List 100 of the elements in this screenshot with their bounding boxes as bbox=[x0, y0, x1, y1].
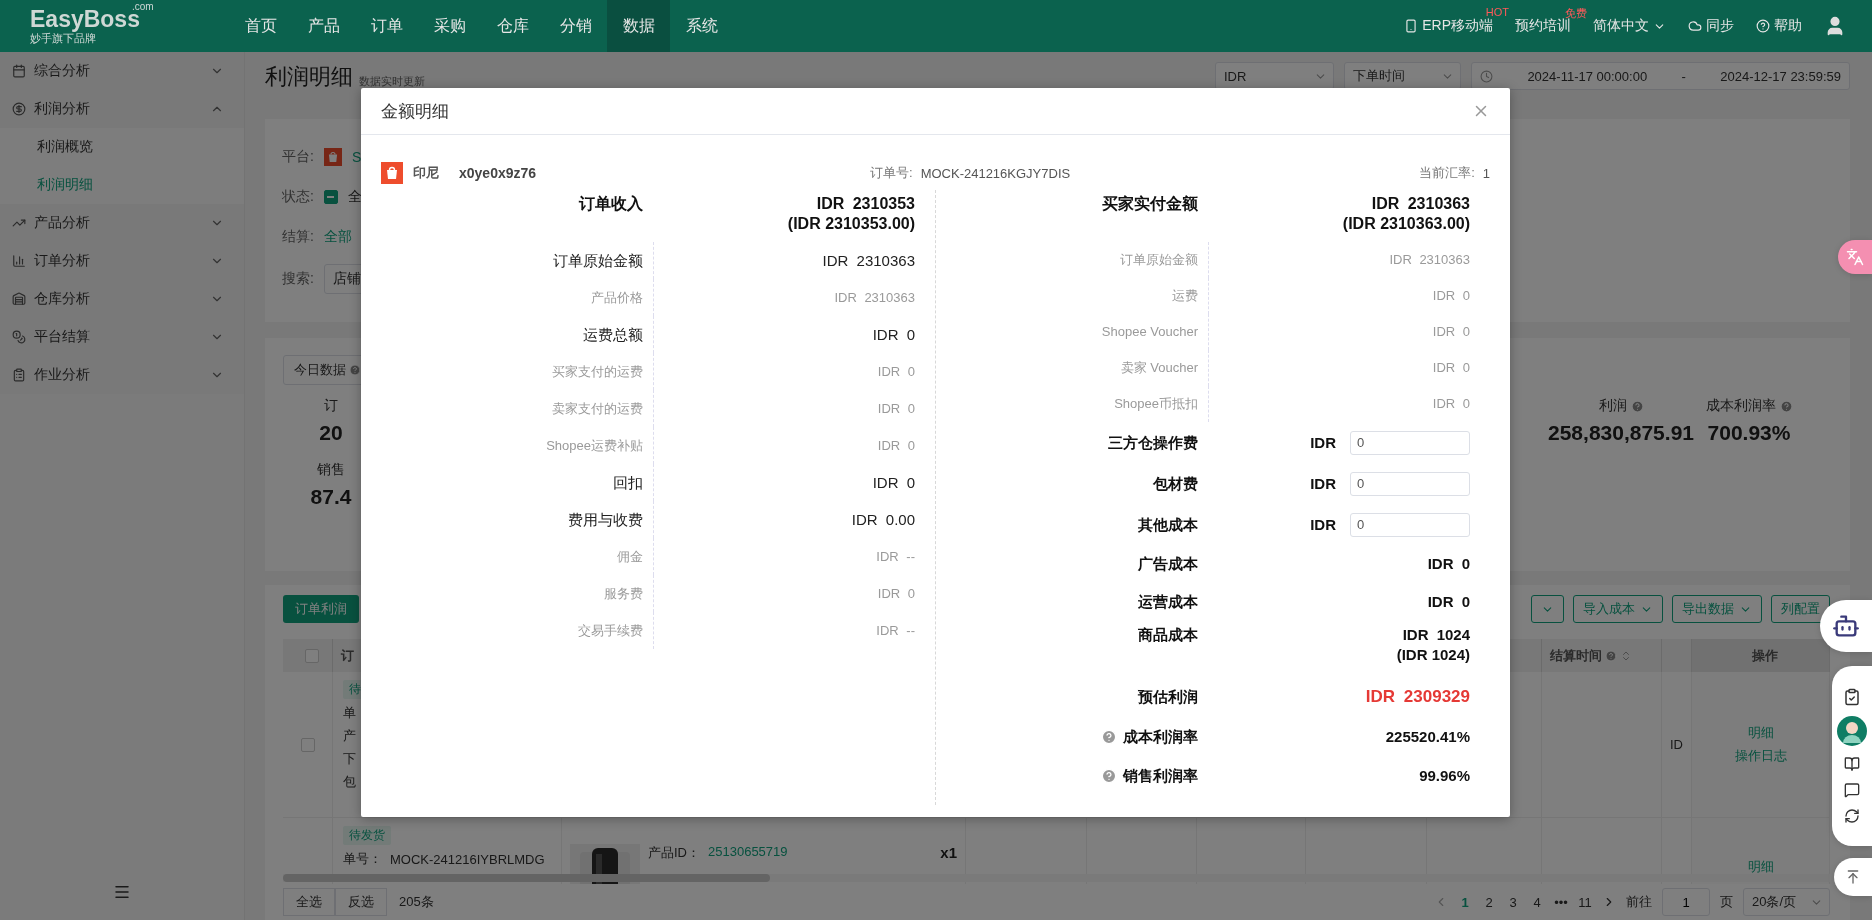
assistant-button[interactable] bbox=[1820, 600, 1872, 652]
amount-value: IDR 1024 bbox=[1402, 625, 1470, 645]
nav-menu-item[interactable]: 首页 bbox=[229, 0, 292, 52]
dropdown-button[interactable] bbox=[1531, 595, 1564, 623]
order-info-text: 产 bbox=[343, 727, 356, 745]
time-type-select[interactable]: 下单时间 bbox=[1344, 62, 1461, 90]
stat-label: 成本利润率 bbox=[1705, 397, 1776, 415]
amount-label: 产品价格 bbox=[591, 288, 643, 307]
date-end: 2024-12-17 23:59:59 bbox=[1720, 68, 1841, 84]
select-all-button[interactable]: 全选 bbox=[283, 888, 335, 916]
cut-text: ID bbox=[1670, 737, 1683, 752]
amount-value: IDR 0 bbox=[877, 436, 915, 455]
refresh-icon[interactable] bbox=[1844, 808, 1860, 824]
help-icon bbox=[1779, 399, 1793, 413]
status-checkbox[interactable] bbox=[323, 190, 338, 204]
page-title: 利润明细 bbox=[265, 63, 353, 91]
dropdown-button[interactable]: 导出数据 bbox=[1672, 595, 1762, 623]
nav-tool-link[interactable]: 同步 bbox=[1688, 17, 1734, 35]
amount-note: (IDR 2310353.00) bbox=[787, 214, 915, 234]
nav-tool-link[interactable]: 预约培训 bbox=[1515, 17, 1571, 35]
nav-tool-link[interactable]: 帮助 bbox=[1756, 17, 1802, 35]
region-label: 印尼 bbox=[413, 164, 439, 182]
amount-label: 包材费 bbox=[1153, 473, 1198, 494]
product-id-link[interactable]: 25130655719 bbox=[708, 844, 788, 859]
order-profit-button[interactable]: 订单利润 bbox=[283, 595, 359, 623]
help-icon bbox=[1605, 649, 1617, 662]
cost-input[interactable]: 0 bbox=[1350, 430, 1470, 455]
cost-input[interactable]: 0 bbox=[1350, 512, 1470, 537]
page-number[interactable]: 3 bbox=[1506, 894, 1520, 910]
header-cell: 结算时间 bbox=[1542, 639, 1662, 672]
amount-value: 99.96% bbox=[1419, 765, 1470, 786]
nav-tool-link[interactable]: 简体中文 bbox=[1593, 17, 1666, 35]
checklist-icon[interactable] bbox=[1843, 688, 1861, 706]
order-number: MOCK-241216IYBRLMDG bbox=[390, 851, 545, 867]
logo-domain: .com bbox=[132, 1, 154, 12]
dropdown-button[interactable]: 导入成本 bbox=[1573, 595, 1663, 623]
row-checkbox[interactable] bbox=[300, 737, 315, 752]
superscript-label: 免费 bbox=[1565, 6, 1587, 19]
chat-icon[interactable] bbox=[1844, 782, 1860, 798]
amount-value: IDR 2310363 bbox=[1371, 194, 1470, 214]
superscript-label: HOT bbox=[1485, 6, 1509, 18]
amount-value: 225520.41% bbox=[1385, 726, 1470, 747]
help-icon bbox=[1756, 19, 1770, 33]
action-link[interactable]: 明细 bbox=[1747, 858, 1774, 876]
horizontal-scrollbar[interactable] bbox=[283, 874, 770, 882]
help-book-icon[interactable] bbox=[1844, 756, 1860, 772]
platform-option[interactable]: S bbox=[351, 149, 362, 165]
stat-value: 87.4 bbox=[310, 485, 352, 509]
nav-menu-item[interactable]: 分销 bbox=[544, 0, 607, 52]
nav-menu-item[interactable]: 仓库 bbox=[481, 0, 544, 52]
stat-value: 258,830,875.91 bbox=[1548, 421, 1694, 445]
invert-selection-button[interactable]: 反选 bbox=[335, 888, 387, 916]
amount-value: IDR 0 bbox=[1432, 287, 1470, 305]
nav-menu-item[interactable]: 数据 bbox=[607, 0, 670, 52]
amount-value: IDR 0 bbox=[872, 324, 915, 345]
amount-value: IDR 0 bbox=[877, 362, 915, 381]
translate-button[interactable] bbox=[1838, 240, 1872, 274]
page-number[interactable]: 1 bbox=[1458, 894, 1472, 910]
amount-label: 运费 bbox=[1172, 287, 1198, 305]
order-info-text: 包 bbox=[343, 773, 356, 791]
amount-value: IDR 0 bbox=[1427, 592, 1470, 612]
avatar-icon[interactable] bbox=[1837, 716, 1867, 746]
amount-label: 运营成本 bbox=[1138, 592, 1198, 612]
action-link[interactable]: 明细 bbox=[1747, 724, 1774, 742]
amount-value: IDR 0 bbox=[1427, 554, 1470, 574]
amount-label: 交易手续费 bbox=[578, 621, 643, 640]
page-number[interactable]: 4 bbox=[1530, 894, 1544, 910]
page-number[interactable]: ••• bbox=[1554, 894, 1568, 910]
cost-input[interactable]: 0 bbox=[1350, 471, 1470, 496]
nav-tool-link[interactable]: ERP移动端 bbox=[1404, 17, 1493, 35]
nav-menu-item[interactable]: 订单 bbox=[355, 0, 418, 52]
settlement-option[interactable]: 全部 bbox=[323, 228, 352, 246]
shop-name: x0ye0x9z76 bbox=[459, 165, 537, 181]
nav-menu-item[interactable]: 采购 bbox=[418, 0, 481, 52]
nav-menu-item[interactable]: 产品 bbox=[292, 0, 355, 52]
stat-value: 20 bbox=[319, 421, 343, 445]
collapse-menu-icon[interactable] bbox=[113, 883, 131, 901]
currency-select[interactable]: IDR bbox=[1215, 62, 1334, 90]
order-info-text: 下 bbox=[343, 750, 356, 768]
nav-menu-item[interactable]: 系统 bbox=[670, 0, 733, 52]
goto-page-input[interactable]: 1 bbox=[1662, 888, 1710, 916]
order-info-text: 单 bbox=[343, 704, 356, 722]
action-link[interactable]: 操作日志 bbox=[1734, 747, 1787, 765]
page-size-select[interactable]: 20条/页 bbox=[1743, 888, 1830, 916]
select-all-checkbox[interactable] bbox=[304, 648, 319, 663]
amount-value: IDR 0 bbox=[1432, 395, 1470, 413]
amount-value: IDR 0 bbox=[1432, 359, 1470, 377]
date-range-field[interactable]: 2024-11-17 00:00:00 - 2024-12-17 23:59:59 bbox=[1471, 62, 1850, 90]
header-cell: 操作 bbox=[1692, 639, 1830, 672]
stat-label: 利润 bbox=[1598, 397, 1627, 415]
page-number[interactable]: 2 bbox=[1482, 894, 1496, 910]
page-subtitle: 数据实时更新 bbox=[359, 75, 425, 87]
filter-label: 平台: bbox=[282, 148, 314, 166]
amount-label: Shopee Voucher bbox=[1101, 323, 1198, 341]
page-number[interactable]: 11 bbox=[1578, 894, 1592, 910]
help-icon bbox=[1630, 399, 1644, 413]
order-number-label: 单号： bbox=[343, 850, 382, 868]
total-count: 205条 bbox=[399, 893, 434, 911]
shopping-bag-icon bbox=[381, 162, 403, 184]
filter-label: 结算: bbox=[282, 228, 314, 246]
